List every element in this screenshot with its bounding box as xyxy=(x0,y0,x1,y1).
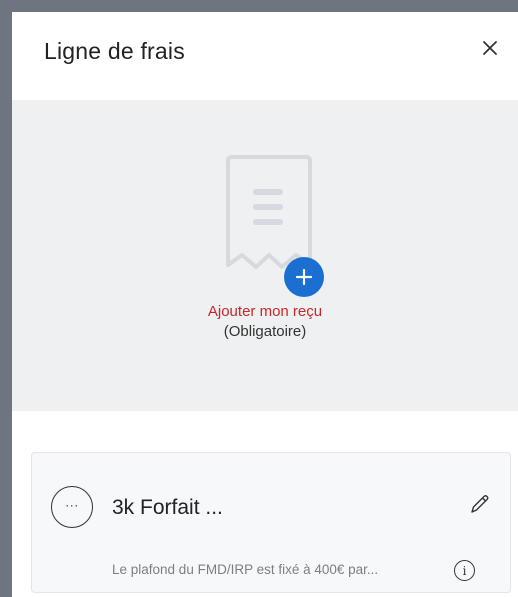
modal-title: Ligne de frais xyxy=(44,38,185,64)
edit-button[interactable] xyxy=(469,493,491,515)
more-options-button[interactable]: ··· xyxy=(51,486,93,528)
required-label: (Obligatoire) xyxy=(223,323,307,340)
ceiling-note: Le plafond du FMD/IRP est fixé à 400€ pa… xyxy=(112,562,379,577)
add-receipt-button[interactable] xyxy=(284,257,324,297)
expense-line-modal: Ligne de frais Ajouter mon reçu (Obligat… xyxy=(12,12,518,597)
expense-title: 3k Forfait ... xyxy=(112,496,223,519)
expense-card: ··· 3k Forfait ... Le plafond du FMD/IRP… xyxy=(31,452,511,593)
more-icon: ··· xyxy=(65,498,79,512)
close-button[interactable] xyxy=(476,34,504,62)
info-button[interactable]: i xyxy=(454,560,475,581)
add-receipt-label[interactable]: Ajouter mon reçu xyxy=(12,303,518,320)
info-icon: i xyxy=(462,563,467,578)
plus-icon xyxy=(295,268,313,286)
pencil-icon xyxy=(471,495,489,513)
receipt-upload-zone[interactable]: Ajouter mon reçu (Obligatoire) xyxy=(12,100,518,411)
close-icon xyxy=(483,41,497,55)
modal-header: Ligne de frais xyxy=(12,12,518,100)
